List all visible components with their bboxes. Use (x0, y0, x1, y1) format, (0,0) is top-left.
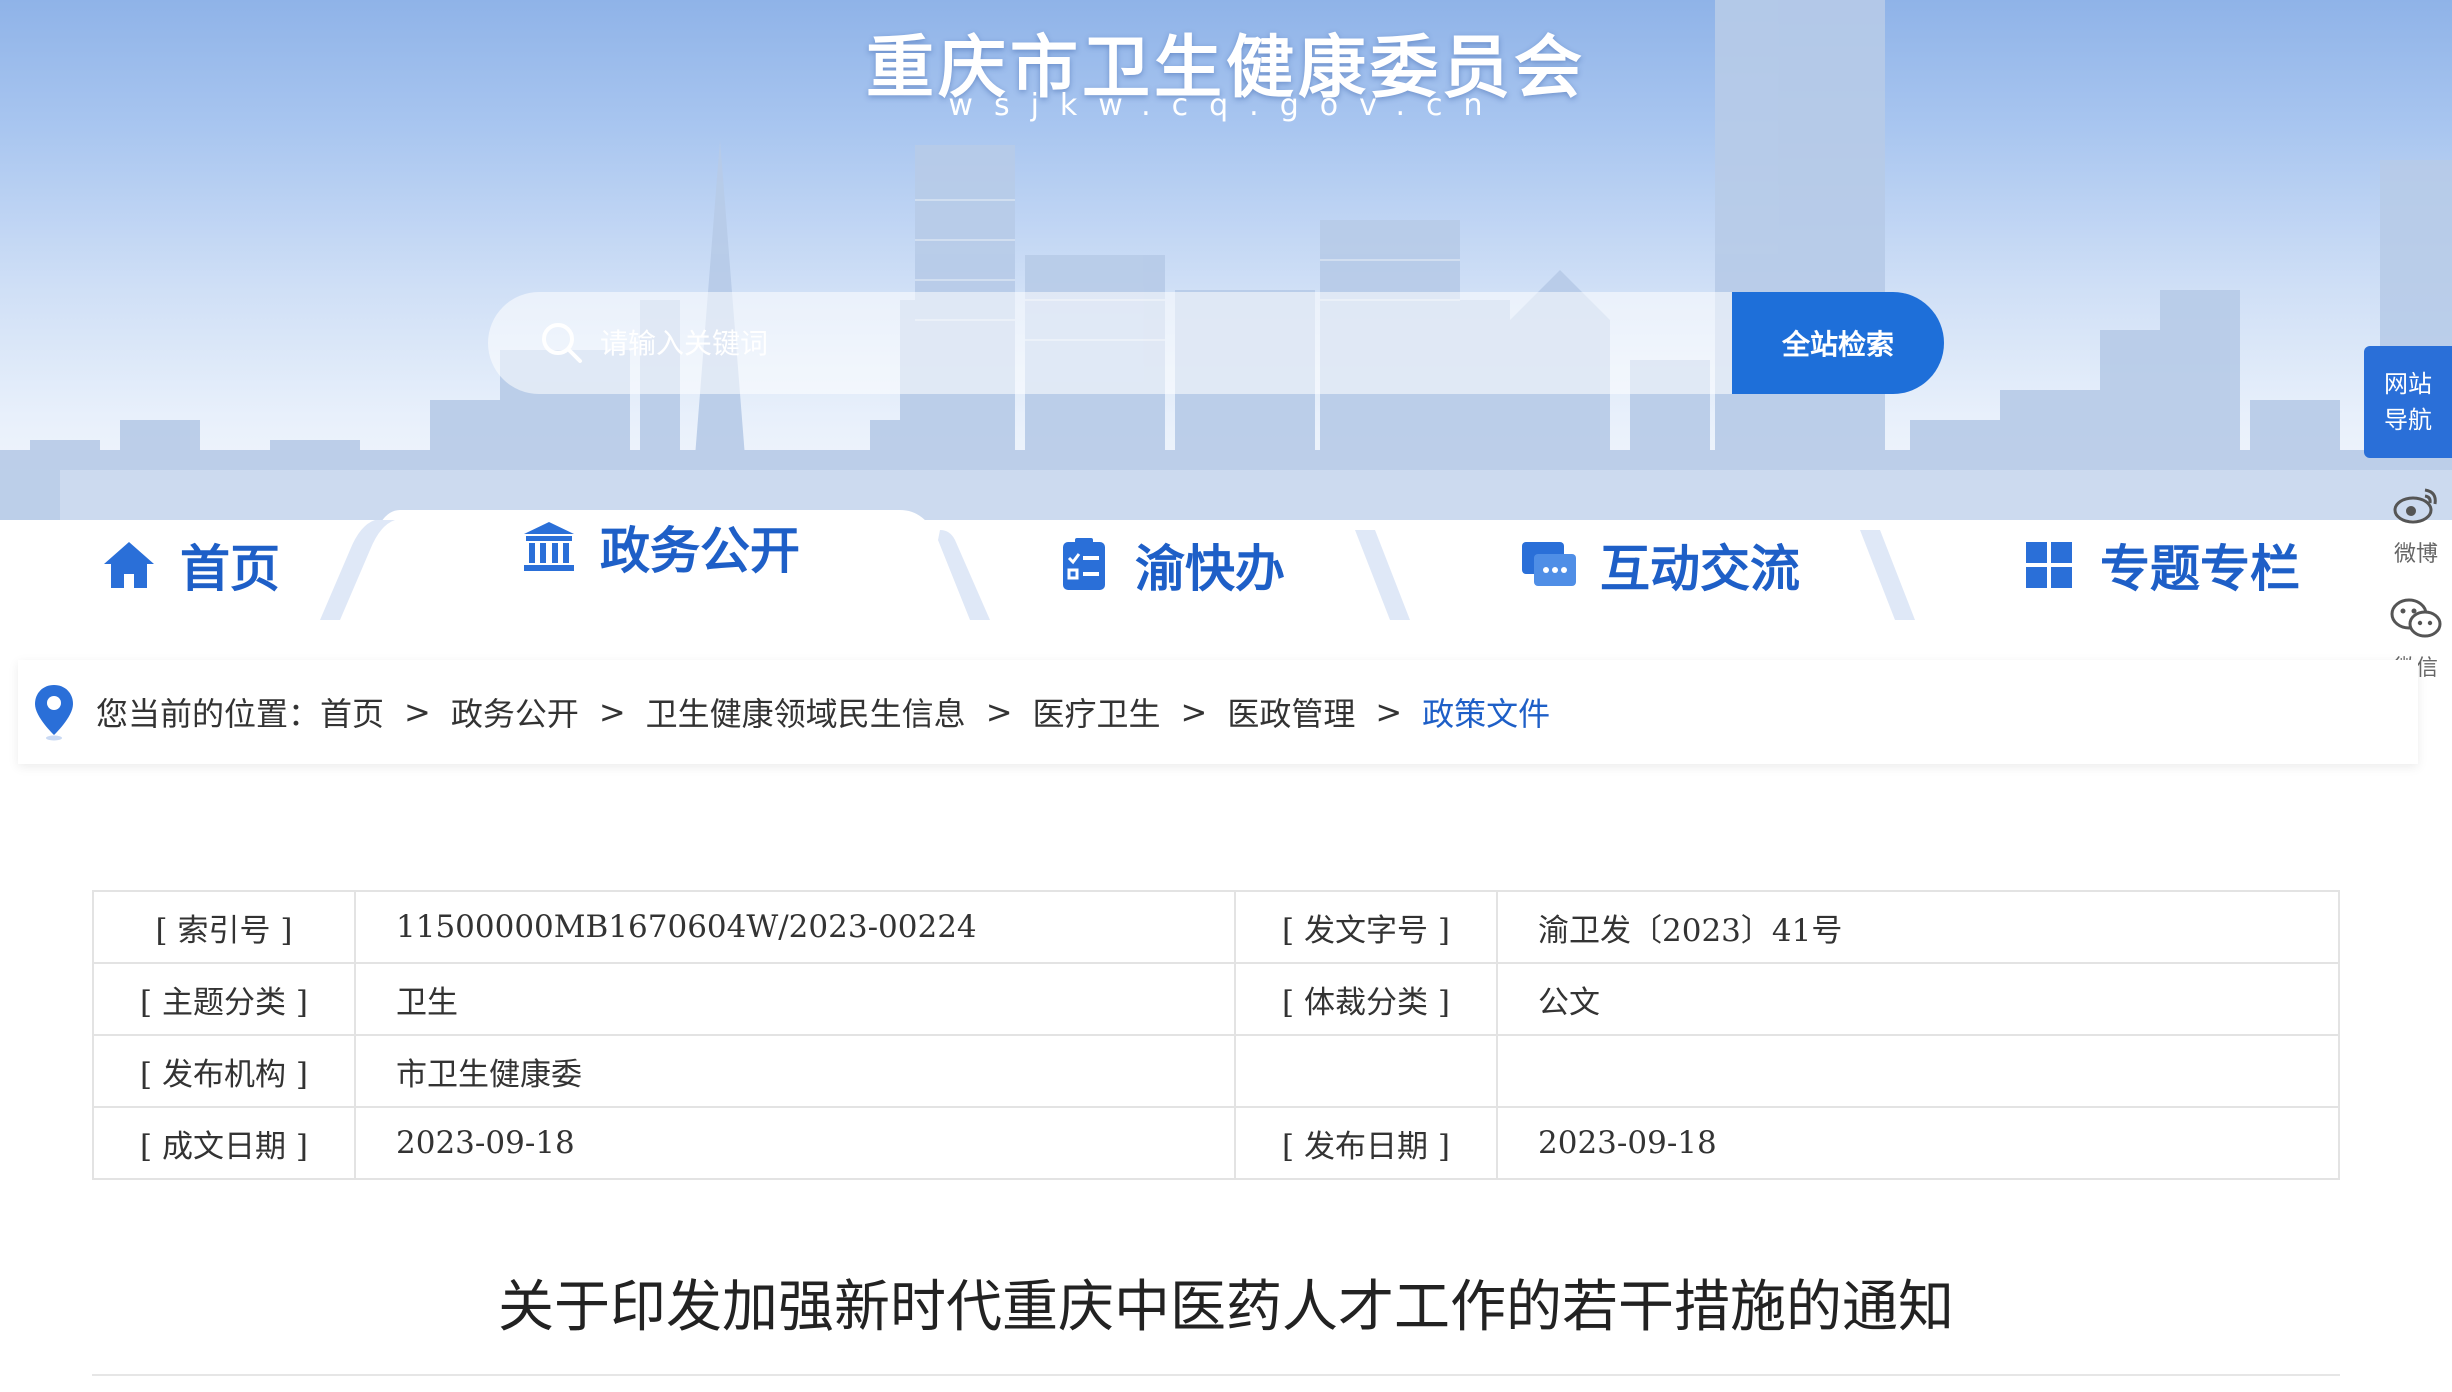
search-icon (542, 323, 582, 363)
nav-interaction[interactable]: 互动交流 (1510, 510, 1810, 620)
nav-special-topics[interactable]: 专题专栏 (2010, 510, 2310, 620)
info-value: 公文 (1496, 962, 2340, 1036)
nav-home[interactable]: 首页 (70, 510, 310, 620)
wechat-icon (2388, 590, 2444, 646)
info-key (1234, 1034, 1498, 1108)
nav-label: 专题专栏 (2100, 539, 2300, 598)
breadcrumb-separator: > (985, 693, 1013, 731)
weibo-button[interactable]: 微博 (2380, 476, 2452, 568)
weibo-icon (2388, 476, 2444, 532)
checklist-icon (1063, 538, 1105, 590)
nav-label: 渝快办 (1135, 539, 1285, 598)
breadcrumb-prefix: 您当前的位置： (96, 695, 321, 733)
home-icon (104, 542, 154, 588)
site-nav-label: 网站导航 (2384, 370, 2432, 434)
breadcrumb-separator: > (404, 693, 431, 731)
info-value: 11500000MB1670604W/2023-00224 (354, 890, 1236, 964)
info-value: 卫生 (354, 962, 1236, 1036)
chat-bubbles-icon (1522, 542, 1576, 586)
info-key: [ 主题分类 ] (92, 962, 356, 1036)
breadcrumb: 您当前的位置： 首页 > 政务公开 > 卫生健康领域民生信息 > 医疗卫生 > … (18, 660, 2418, 764)
info-key: [ 体裁分类 ] (1234, 962, 1498, 1036)
table-row: [ 成文日期 ] 2023-09-18 [ 发布日期 ] 2023-09-18 (92, 1106, 2340, 1180)
nav-yukuaiban[interactable]: 渝快办 (1040, 510, 1300, 620)
info-key: [ 发布日期 ] (1234, 1106, 1498, 1180)
nav-government-affairs[interactable]: 政务公开 (510, 492, 810, 602)
nav-label: 互动交流 (1600, 539, 1800, 598)
search-input[interactable] (600, 326, 1500, 360)
breadcrumb-government-affairs[interactable]: 政务公开 (451, 689, 579, 735)
search-box (488, 292, 1732, 394)
table-row: [ 索引号 ] 11500000MB1670604W/2023-00224 [ … (92, 890, 2340, 964)
title-divider (92, 1374, 2340, 1376)
info-value: 2023-09-18 (354, 1106, 1236, 1180)
breadcrumb-medical-health[interactable]: 医疗卫生 (1033, 689, 1161, 735)
table-row: [ 主题分类 ] 卫生 [ 体裁分类 ] 公文 (92, 962, 2340, 1036)
breadcrumb-separator: > (1180, 693, 1208, 731)
nav-label: 首页 (180, 539, 280, 598)
breadcrumb-livelihood-info[interactable]: 卫生健康领域民生信息 (646, 689, 966, 735)
info-value (1496, 1034, 2340, 1108)
breadcrumb-medical-admin[interactable]: 医政管理 (1227, 689, 1355, 735)
breadcrumb-separator: > (598, 693, 626, 731)
grid-icon (2026, 542, 2072, 588)
nav-label: 政务公开 (600, 521, 800, 580)
search-bar: 全站检索 (488, 292, 1944, 394)
breadcrumb-separator: > (1375, 693, 1403, 731)
search-button[interactable]: 全站检索 (1732, 292, 1944, 394)
document-info-table: [ 索引号 ] 11500000MB1670604W/2023-00224 [ … (92, 890, 2340, 1180)
document-title: 关于印发加强新时代重庆中医药人才工作的若干措施的通知 (498, 1275, 1954, 1340)
location-pin-icon (35, 685, 73, 741)
breadcrumb-home[interactable]: 首页 (320, 689, 384, 735)
info-value: 渝卫发〔2023〕41号 (1496, 890, 2340, 964)
info-key: [ 成文日期 ] (92, 1106, 356, 1180)
weibo-label: 微博 (2393, 542, 2438, 567)
info-key: [ 索引号 ] (92, 890, 356, 964)
main-nav: 首页 政务公开 渝快办 互动交流 专题专栏 (0, 510, 2452, 620)
info-key: [ 发布机构 ] (92, 1034, 356, 1108)
government-building-icon (524, 522, 574, 571)
site-domain: wsjkw.cq.gov.cn (948, 88, 1504, 123)
breadcrumb-policy-documents[interactable]: 政策文件 (1422, 689, 1550, 735)
info-key: [ 发文字号 ] (1234, 890, 1498, 964)
site-nav-button[interactable]: 网站导航 (2364, 346, 2452, 458)
info-value: 市卫生健康委 (354, 1034, 1236, 1108)
header-banner: 重庆市卫生健康委员会 wsjkw.cq.gov.cn 全站检索 (0, 0, 2452, 520)
info-value: 2023-09-18 (1496, 1106, 2340, 1180)
table-row: [ 发布机构 ] 市卫生健康委 (92, 1034, 2340, 1108)
page: 重庆市卫生健康委员会 wsjkw.cq.gov.cn 全站检索 (0, 0, 2452, 1392)
